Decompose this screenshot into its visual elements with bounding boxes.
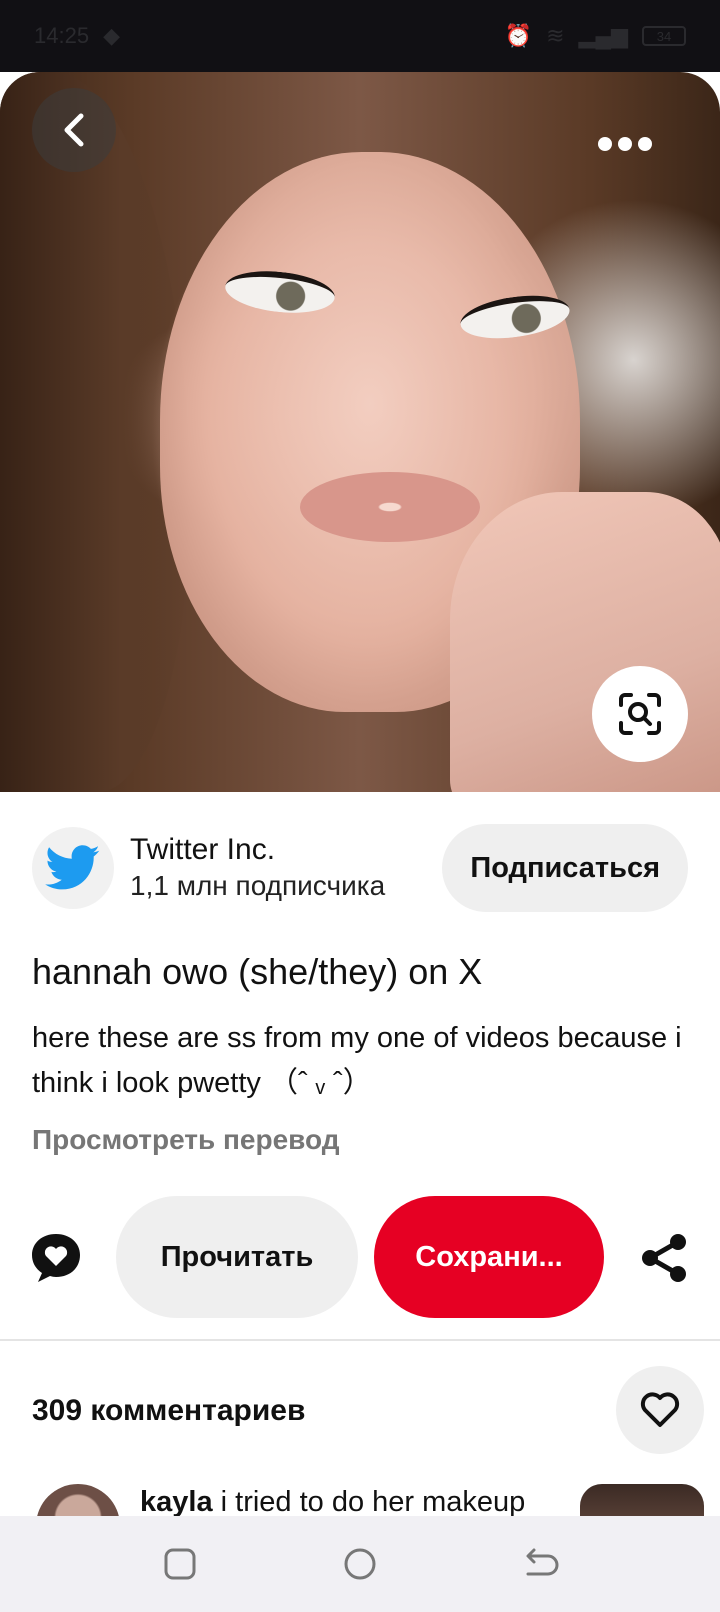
visual-search-icon [619, 693, 661, 735]
signal-icon: ▂▄▆ [578, 23, 628, 48]
creator-avatar[interactable] [32, 827, 114, 909]
creator-name[interactable]: Twitter Inc. [130, 832, 442, 868]
battery-icon: 34 [642, 26, 686, 46]
more-dots-icon [598, 137, 612, 151]
more-options-button[interactable] [590, 120, 660, 168]
back-arrow-icon [64, 113, 84, 147]
view-translation-link[interactable]: Просмотреть перевод [32, 1124, 340, 1156]
pin-description: here these are ss from my one of videos … [32, 1022, 682, 1099]
creator-followers: 1,1 млн подписчика [130, 870, 386, 901]
more-dots-icon [638, 137, 652, 151]
wifi-icon: ≋ [546, 23, 565, 48]
back-button[interactable] [32, 88, 116, 172]
share-button[interactable] [636, 1230, 692, 1286]
pin-title: hannah owo (she/they) on X [32, 951, 483, 992]
twitter-bird-icon [45, 845, 100, 890]
comment-avatar[interactable] [36, 1484, 120, 1516]
alarm-icon: ⏰ [504, 23, 533, 48]
save-button[interactable]: Сохрани... [374, 1196, 604, 1318]
comment-photo-thumbnail[interactable] [580, 1484, 704, 1516]
more-dots-icon [618, 137, 632, 151]
comment-body: i tried to do her makeup [212, 1486, 526, 1516]
battery-level: 34 [656, 28, 672, 44]
comment-heart-icon [32, 1234, 80, 1282]
home-circle-icon[interactable] [340, 1544, 380, 1584]
pin-image-lips [300, 472, 480, 542]
comments-count: 309 комментариев [32, 1394, 306, 1427]
recents-icon[interactable] [160, 1544, 200, 1584]
comment-button[interactable] [28, 1230, 84, 1286]
comment-preview[interactable]: kayla i tried to do her makeup [0, 1484, 720, 1516]
system-navigation-bar [0, 1516, 720, 1612]
back-nav-icon[interactable] [520, 1544, 560, 1584]
heart-outline-icon [640, 1392, 680, 1427]
section-divider [0, 1339, 720, 1341]
status-right: ⏰ ≋ ▂▄▆ 34 [505, 23, 686, 49]
comment-author[interactable]: kayla [140, 1486, 213, 1516]
follow-button[interactable]: Подписаться [442, 824, 688, 912]
notification-icon: ◆ [103, 23, 120, 48]
status-time: 14:25 [34, 23, 90, 48]
comment-text: kayla i tried to do her makeup [140, 1486, 525, 1516]
action-bar: Прочитать Сохрани... [0, 1196, 720, 1318]
creator-info: Twitter Inc. 1,1 млн подписчика [130, 832, 442, 904]
status-bar: 14:25 ◆ ⏰ ≋ ▂▄▆ 34 [0, 0, 720, 72]
share-icon [642, 1234, 686, 1282]
pin-image-hand [450, 492, 720, 792]
creator-row: Twitter Inc. 1,1 млн подписчика Подписат… [0, 820, 720, 916]
visual-search-button[interactable] [592, 666, 688, 762]
status-left: 14:25 ◆ [34, 23, 120, 49]
read-button[interactable]: Прочитать [116, 1196, 358, 1318]
like-button[interactable] [616, 1366, 704, 1454]
pin-detail-screen: 14:25 ◆ ⏰ ≋ ▂▄▆ 34 Twitter Inc. 1,1 млн … [0, 0, 720, 1612]
